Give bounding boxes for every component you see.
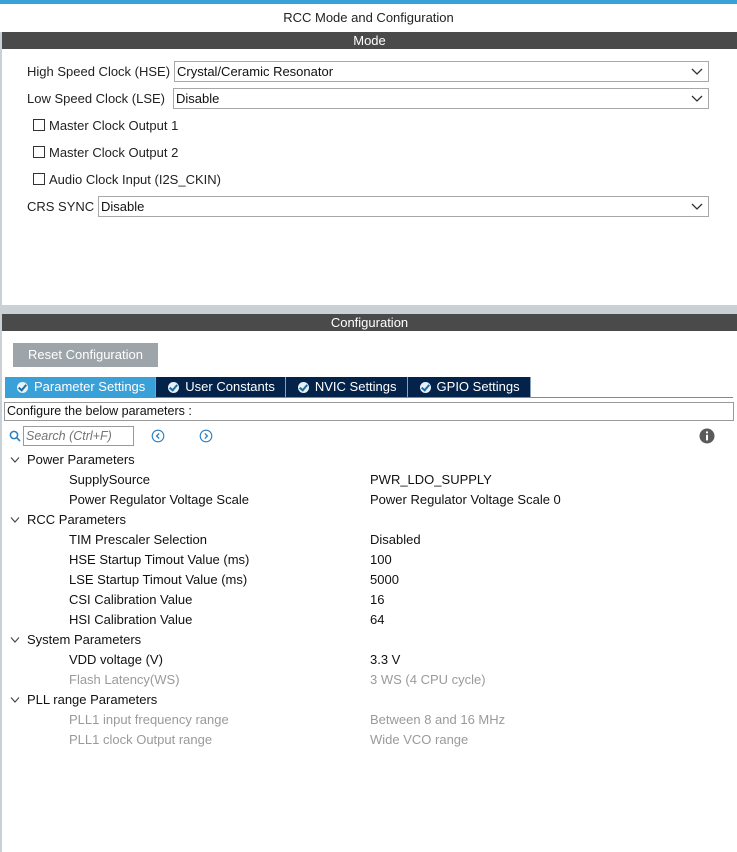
window-title: RCC Mode and Configuration bbox=[283, 10, 454, 25]
mco2-checkbox-row[interactable]: Master Clock Output 2 bbox=[33, 144, 178, 160]
audio-clock-checkbox[interactable] bbox=[33, 173, 45, 185]
tab-label: User Constants bbox=[185, 379, 275, 394]
mco2-label: Master Clock Output 2 bbox=[49, 144, 179, 160]
group-rcc-parameters[interactable]: RCC Parameters bbox=[0, 510, 737, 530]
mco1-checkbox[interactable] bbox=[33, 119, 45, 131]
param-value: Between 8 and 16 MHz bbox=[370, 712, 506, 727]
chevron-down-icon bbox=[691, 68, 703, 75]
check-circle-icon bbox=[297, 381, 309, 393]
hse-label: High Speed Clock (HSE) bbox=[27, 63, 171, 79]
check-circle-icon bbox=[17, 381, 28, 393]
audio-clock-checkbox-row[interactable]: Audio Clock Input (I2S_CKIN) bbox=[33, 171, 221, 187]
mco1-checkbox-row[interactable]: Master Clock Output 1 bbox=[33, 117, 178, 133]
mco1-label: Master Clock Output 1 bbox=[49, 117, 179, 133]
tab-user-constants[interactable]: User Constants bbox=[156, 377, 286, 397]
chevron-right-circle-icon[interactable] bbox=[199, 429, 213, 443]
param-name: LSE Startup Timout Value (ms) bbox=[69, 572, 248, 587]
lse-row: Low Speed Clock (LSE) bbox=[27, 87, 165, 109]
check-circle-icon bbox=[419, 381, 431, 393]
param-value[interactable]: 64 bbox=[370, 610, 384, 630]
lse-select[interactable]: Disable bbox=[173, 88, 709, 109]
param-name: HSE Startup Timout Value (ms) bbox=[69, 552, 250, 567]
lse-select-value: Disable bbox=[176, 91, 220, 106]
group-name: System Parameters bbox=[27, 632, 142, 647]
search-input[interactable] bbox=[23, 426, 134, 446]
chevron-down-icon bbox=[691, 203, 703, 210]
group-power-parameters[interactable]: Power Parameters bbox=[0, 450, 737, 470]
group-pll-range-parameters[interactable]: PLL range Parameters bbox=[0, 690, 737, 710]
info-icon[interactable] bbox=[699, 428, 715, 444]
param-value[interactable]: 3.3 V bbox=[370, 650, 400, 670]
param-name: PLL1 input frequency range bbox=[69, 712, 229, 727]
section-splitter[interactable] bbox=[0, 305, 737, 314]
param-row[interactable]: TIM Prescaler Selection Disabled bbox=[0, 530, 737, 550]
group-name: Power Parameters bbox=[27, 452, 135, 467]
param-value[interactable]: 5000 bbox=[370, 570, 399, 590]
search-icon bbox=[9, 430, 21, 442]
param-row: Flash Latency(WS) 3 WS (4 CPU cycle) bbox=[0, 670, 737, 690]
check-circle-icon bbox=[168, 381, 180, 393]
tab-underline bbox=[5, 397, 733, 398]
param-name: SupplySource bbox=[69, 472, 150, 487]
param-value: 3 WS (4 CPU cycle) bbox=[370, 672, 486, 687]
param-value[interactable]: PWR_LDO_SUPPLY bbox=[370, 470, 492, 490]
hse-row: High Speed Clock (HSE) bbox=[27, 60, 170, 82]
param-row[interactable]: VDD voltage (V) 3.3 V bbox=[0, 650, 737, 670]
tab-label: NVIC Settings bbox=[314, 379, 397, 394]
param-name: TIM Prescaler Selection bbox=[69, 532, 207, 547]
config-tabs: Parameter Settings User Constants NVIC S… bbox=[5, 377, 531, 397]
chevron-left-circle-icon[interactable] bbox=[151, 429, 165, 443]
group-name: PLL range Parameters bbox=[27, 692, 158, 707]
param-name: Power Regulator Voltage Scale bbox=[69, 492, 249, 507]
param-row[interactable]: CSI Calibration Value 16 bbox=[0, 590, 737, 610]
chevron-down-icon bbox=[10, 697, 20, 703]
tab-nvic-settings[interactable]: NVIC Settings bbox=[285, 377, 408, 397]
param-value[interactable]: 100 bbox=[370, 550, 392, 570]
param-name: CSI Calibration Value bbox=[69, 592, 193, 607]
param-row[interactable]: SupplySource PWR_LDO_SUPPLY bbox=[0, 470, 737, 490]
hse-select-value: Crystal/Ceramic Resonator bbox=[177, 64, 334, 79]
param-row[interactable]: Power Regulator Voltage Scale Power Regu… bbox=[0, 490, 737, 510]
param-value[interactable]: Power Regulator Voltage Scale 0 bbox=[370, 490, 561, 510]
param-row[interactable]: HSI Calibration Value 64 bbox=[0, 610, 737, 630]
tab-label: Parameter Settings bbox=[34, 379, 146, 394]
configuration-header: Configuration bbox=[2, 314, 737, 331]
chevron-down-icon bbox=[10, 517, 20, 523]
crs-select[interactable]: Disable bbox=[98, 196, 709, 217]
hse-select[interactable]: Crystal/Ceramic Resonator bbox=[174, 61, 709, 82]
chevron-down-icon bbox=[10, 637, 20, 643]
param-row: PLL1 input frequency range Between 8 and… bbox=[0, 710, 737, 730]
param-value[interactable]: Disabled bbox=[370, 530, 421, 550]
param-value[interactable]: 16 bbox=[370, 590, 384, 610]
param-name: VDD voltage (V) bbox=[69, 652, 163, 667]
param-name: PLL1 clock Output range bbox=[69, 732, 213, 747]
param-name: Flash Latency(WS) bbox=[69, 672, 180, 687]
crs-label: CRS SYNC bbox=[27, 198, 95, 214]
param-value: Wide VCO range bbox=[370, 732, 469, 747]
reset-configuration-button[interactable]: Reset Configuration bbox=[13, 343, 158, 367]
crs-row: CRS SYNC bbox=[27, 195, 94, 217]
audio-clock-label: Audio Clock Input (I2S_CKIN) bbox=[49, 171, 221, 187]
mco2-checkbox[interactable] bbox=[33, 146, 45, 158]
crs-select-value: Disable bbox=[101, 199, 145, 214]
tab-parameter-settings[interactable]: Parameter Settings bbox=[5, 377, 157, 397]
param-row[interactable]: HSE Startup Timout Value (ms) 100 bbox=[0, 550, 737, 570]
group-system-parameters[interactable]: System Parameters bbox=[0, 630, 737, 650]
chevron-down-icon bbox=[691, 95, 703, 102]
tab-label: GPIO Settings bbox=[436, 379, 520, 394]
param-name: HSI Calibration Value bbox=[69, 612, 193, 627]
tab-gpio-settings[interactable]: GPIO Settings bbox=[407, 377, 531, 397]
chevron-down-icon bbox=[10, 457, 20, 463]
param-row: PLL1 clock Output range Wide VCO range bbox=[0, 730, 737, 750]
group-name: RCC Parameters bbox=[27, 512, 126, 527]
param-row[interactable]: LSE Startup Timout Value (ms) 5000 bbox=[0, 570, 737, 590]
configure-info-text: Configure the below parameters : bbox=[4, 402, 734, 421]
mode-header: Mode bbox=[2, 32, 737, 49]
lse-label: Low Speed Clock (LSE) bbox=[27, 90, 166, 106]
